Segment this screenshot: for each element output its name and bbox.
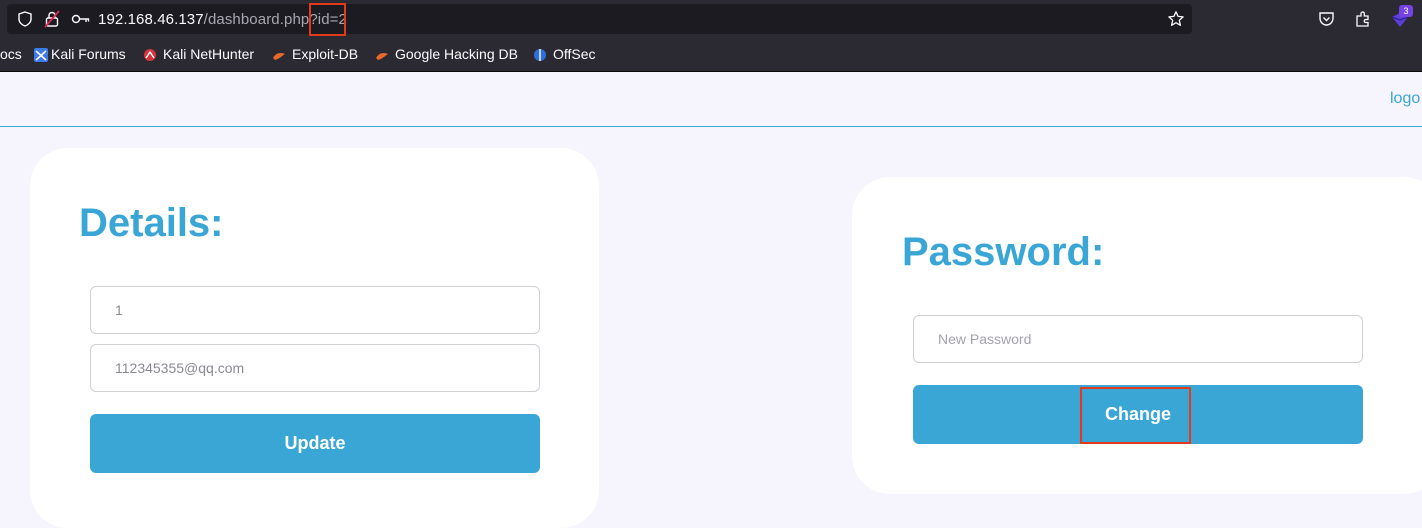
pocket-icon[interactable]	[1318, 11, 1335, 27]
password-card: Password: Change	[852, 177, 1422, 494]
extension-badge-button[interactable]: 3	[1390, 5, 1414, 31]
bookmark-offsec[interactable]: OffSec	[553, 46, 596, 62]
address-bar[interactable]: 192.168.46.137/dashboard.php?id=2	[7, 4, 1192, 34]
password-title: Password:	[902, 230, 1105, 274]
bookmark-google-hacking-db[interactable]: Google Hacking DB	[395, 46, 518, 62]
kali-forums-icon	[34, 48, 48, 62]
logout-link[interactable]: logo	[1390, 90, 1420, 108]
bookmark-kali-forums[interactable]: Kali Forums	[51, 46, 126, 62]
bookmarks-toolbar: ocs Kali Forums Kali NetHunter Exploit-D…	[0, 38, 1422, 72]
url-id-highlight	[309, 3, 346, 36]
url-host: 192.168.46.137	[98, 11, 204, 28]
kali-nethunter-icon	[144, 49, 156, 61]
insecure-lock-icon[interactable]	[44, 10, 60, 28]
exploit-db-icon	[273, 53, 285, 60]
extension-badge-count: 3	[1399, 5, 1413, 17]
url-path: /dashboard.php	[203, 11, 310, 28]
browser-toolbar: 192.168.46.137/dashboard.php?id=2 3	[0, 0, 1422, 38]
new-password-field[interactable]	[913, 315, 1363, 363]
site-header: logo	[0, 72, 1422, 127]
bookmark-kali-nethunter[interactable]: Kali NetHunter	[163, 46, 254, 62]
offsec-icon	[534, 49, 546, 61]
details-card: Details: Update	[30, 148, 599, 528]
change-button-highlight	[1080, 387, 1191, 444]
email-field[interactable]	[90, 344, 540, 392]
key-icon[interactable]	[71, 13, 91, 25]
google-hacking-db-icon	[376, 53, 388, 60]
user-id-field[interactable]	[90, 286, 540, 334]
shield-icon[interactable]	[17, 11, 33, 27]
details-title: Details:	[79, 201, 224, 245]
bookmark-docs[interactable]: ocs	[0, 46, 22, 62]
bookmark-exploit-db[interactable]: Exploit-DB	[292, 46, 358, 62]
extensions-icon[interactable]	[1354, 10, 1372, 28]
star-bookmark-icon[interactable]	[1167, 10, 1185, 28]
update-button[interactable]: Update	[90, 414, 540, 473]
